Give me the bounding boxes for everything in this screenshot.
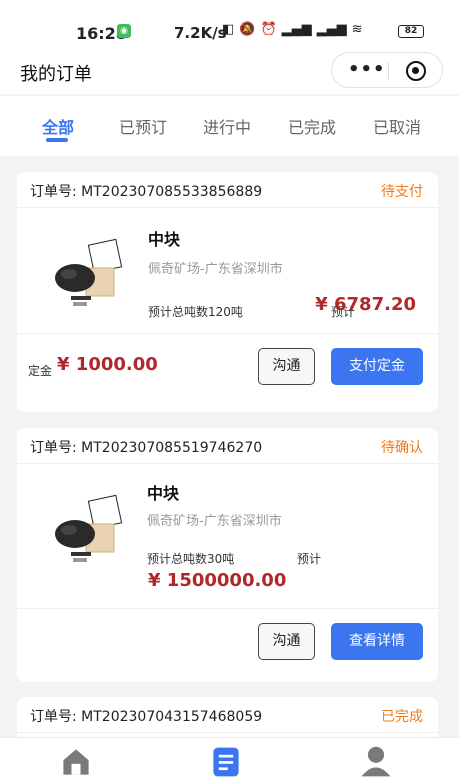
record-circle-icon[interactable] bbox=[406, 61, 426, 81]
status-icons: ◧ 🔕 ⏰ ▂▄▆ ▂▄▆ ≋ bbox=[222, 22, 363, 37]
order-tabs: 全部 已预订 进行中 已完成 已取消 bbox=[0, 96, 459, 156]
home-icon bbox=[63, 749, 89, 775]
battery-icon: 82 bbox=[398, 25, 424, 38]
tab-orders[interactable]: 订单 bbox=[208, 744, 248, 781]
product-row: 中块 佩奇矿场-广东省深圳市 预计总吨数30吨 预计 ¥ 1500000.00 bbox=[17, 464, 438, 609]
order-list-icon bbox=[213, 747, 239, 777]
order-card-footer: 沟通 查看详情 bbox=[17, 609, 438, 679]
hd-signal-icon: ▂▄▆ bbox=[281, 22, 312, 37]
estimated-tonnage: 预计总吨数120吨 bbox=[148, 305, 243, 319]
order-card-header: 订单号: MT202307043157468059 已完成 bbox=[17, 697, 438, 733]
wifi-icon: ≋ bbox=[351, 22, 363, 37]
active-tab-indicator bbox=[46, 138, 68, 142]
bottom-tab-bar: 首页 订单 我的 bbox=[0, 737, 459, 781]
nfc-icon: ◧ bbox=[222, 22, 235, 37]
tab-in-progress[interactable]: 进行中 bbox=[203, 114, 251, 138]
estimated-price: ¥ 6787.20 bbox=[315, 294, 416, 315]
product-row: 中块 佩奇矿场-广东省深圳市 预计总吨数120吨 预计 ¥ 6787.20 bbox=[17, 208, 438, 334]
nav-bar: 我的订单 ••• bbox=[0, 48, 459, 94]
tab-home[interactable]: 首页 bbox=[58, 744, 98, 781]
estimated-label: 预计 bbox=[297, 552, 322, 566]
page-title: 我的订单 bbox=[20, 64, 92, 85]
order-number: 订单号: MT202307043157468059 bbox=[30, 709, 263, 725]
tab-reserved[interactable]: 已预订 bbox=[119, 114, 167, 138]
product-name: 中块 bbox=[147, 484, 180, 503]
order-card-footer: 定金 ¥ 1000.00 沟通 支付定金 bbox=[17, 334, 438, 404]
deposit-label: 定金 bbox=[28, 364, 53, 378]
product-origin: 佩奇矿场-广东省深圳市 bbox=[148, 262, 283, 277]
user-icon bbox=[361, 746, 391, 777]
estimated-tonnage: 预计总吨数30吨 bbox=[147, 552, 235, 566]
tab-completed[interactable]: 已完成 bbox=[288, 114, 336, 138]
mute-icon: 🔕 bbox=[239, 22, 256, 37]
estimated-price: ¥ 1500000.00 bbox=[148, 570, 287, 591]
tab-cancelled[interactable]: 已取消 bbox=[373, 114, 421, 138]
order-card[interactable]: 订单号: MT202307085519746270 待确认 中块 佩奇矿场-广东… bbox=[17, 428, 438, 682]
order-card-header: 订单号: MT202307085519746270 待确认 bbox=[17, 428, 438, 464]
order-number: 订单号: MT202307085533856889 bbox=[30, 184, 263, 200]
pay-deposit-button[interactable]: 支付定金 bbox=[331, 348, 423, 385]
order-card[interactable]: 订单号: MT202307085533856889 待支付 中块 佩奇矿场-广东… bbox=[17, 172, 438, 412]
mini-program-capsule: ••• bbox=[331, 52, 443, 88]
hd-signal-2-icon: ▂▄▆ bbox=[316, 22, 347, 37]
product-name: 中块 bbox=[148, 230, 181, 249]
network-speed: 7.2K/s bbox=[174, 24, 227, 42]
product-image bbox=[55, 238, 123, 306]
chat-button[interactable]: 沟通 bbox=[258, 348, 315, 385]
tab-profile[interactable]: 我的 bbox=[358, 744, 398, 781]
chat-button[interactable]: 沟通 bbox=[258, 623, 315, 660]
product-origin: 佩奇矿场-广东省深圳市 bbox=[147, 514, 282, 529]
product-image bbox=[55, 494, 123, 562]
wechat-notification-icon: ◉ bbox=[117, 24, 131, 38]
order-status: 待确认 bbox=[381, 440, 423, 456]
alarm-icon: ⏰ bbox=[260, 22, 277, 37]
order-status: 已完成 bbox=[381, 709, 423, 725]
more-dots-icon[interactable]: ••• bbox=[348, 59, 386, 80]
order-number: 订单号: MT202307085519746270 bbox=[30, 440, 263, 456]
view-details-button[interactable]: 查看详情 bbox=[331, 623, 423, 660]
deposit-amount: ¥ 1000.00 bbox=[57, 354, 158, 375]
order-status: 待支付 bbox=[381, 184, 423, 200]
order-card-header: 订单号: MT202307085533856889 待支付 bbox=[17, 172, 438, 208]
tab-all[interactable]: 全部 bbox=[42, 114, 74, 138]
capsule-divider bbox=[388, 62, 389, 80]
